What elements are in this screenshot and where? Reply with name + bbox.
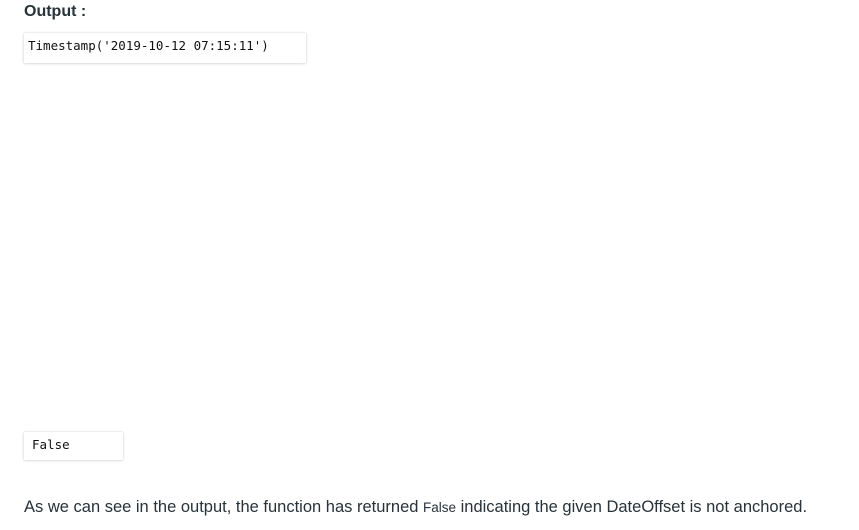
- paragraph-text-after: indicating the given DateOffset is not a…: [456, 498, 808, 516]
- output-block-false: False: [24, 432, 123, 460]
- explanation-paragraph: As we can see in the output, the functio…: [24, 496, 807, 519]
- inline-code-false: False: [423, 500, 457, 515]
- output-heading: Output :: [24, 3, 87, 20]
- output-block-timestamp: Timestamp('2019-10-12 07:15:11'): [24, 33, 306, 63]
- paragraph-text-before: As we can see in the output, the functio…: [24, 498, 424, 516]
